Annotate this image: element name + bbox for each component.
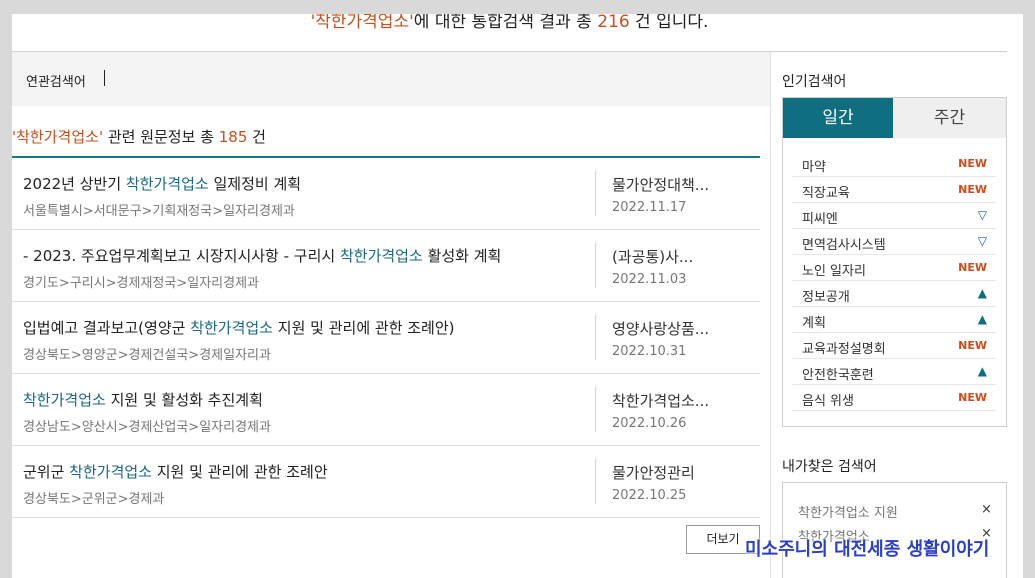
count-text-end: 건 [247, 128, 266, 146]
result-title-link[interactable]: 입법예고 결과보고(영양군 착한가격업소 지원 및 관리에 관한 조례안) [23, 317, 455, 338]
result-date: 2022.10.25 [612, 488, 687, 503]
result-count-heading: '착한가격업소' 관련 원문정보 총 185 건 [12, 126, 266, 147]
column-divider [595, 170, 596, 216]
period-tabs: 일간 주간 [783, 98, 1006, 138]
popular-keyword-label: 직장교육 [802, 186, 850, 201]
popular-keyword-item[interactable]: 교육과정설명회 NEW [792, 333, 996, 359]
popular-keyword-item[interactable]: 음식 위생 NEW [792, 385, 996, 411]
popular-keyword-item[interactable]: 면역검사시스템 ▽ [792, 229, 996, 255]
popular-keyword-label: 마약 [802, 160, 826, 175]
result-date: 2022.10.31 [612, 344, 687, 359]
tab-weekly[interactable]: 주간 [893, 98, 1006, 138]
popular-keyword-label: 정보공개 [802, 290, 850, 305]
popular-keyword-item[interactable]: 계획 ▲ [792, 307, 996, 333]
count-text: 관련 원문정보 총 [103, 128, 219, 146]
result-date: 2022.11.17 [612, 200, 687, 215]
result-title-link[interactable]: 착한가격업소 지원 및 활성화 추진계획 [23, 389, 263, 410]
popular-keyword-item[interactable]: 마약 NEW [792, 151, 996, 177]
result-row: - 2023. 주요업무계획보고 시장지시사항 - 구리시 착한가격업소 활성화… [12, 230, 760, 302]
popular-keyword-label: 계획 [802, 316, 826, 331]
my-searches-title: 내가찾은 검색어 [782, 459, 877, 475]
related-keywords-label: 연관검색어 [26, 75, 86, 90]
summary-text: 에 대한 통합검색 결과 총 [413, 14, 598, 32]
result-row: 2022년 상반기 착한가격업소 일제정비 계획 서울특별시>서대문구>기획재정… [12, 158, 760, 230]
popular-keyword-label: 노인 일자리 [802, 264, 866, 279]
result-path: 경상북도>영양군>경제건설국>경제일자리과 [23, 348, 271, 363]
new-badge: NEW [958, 261, 987, 274]
my-searches-panel: 착한가격업소 지원 × 착한가격업소 × [782, 482, 1007, 578]
result-path: 경기도>구리시>경제재정국>일자리경제과 [23, 276, 259, 291]
column-divider [595, 458, 596, 504]
result-row: 착한가격업소 지원 및 활성화 추진계획 경상남도>양산시>경제산업국>일자리경… [12, 374, 760, 446]
result-title-link[interactable]: - 2023. 주요업무계획보고 시장지시사항 - 구리시 착한가격업소 활성화… [23, 245, 501, 266]
popular-keyword-label: 교육과정설명회 [802, 342, 886, 357]
result-path: 경상북도>군위군>경제과 [23, 492, 165, 507]
popular-keyword-list: 마약 NEW 직장교육 NEW 피씨엔 ▽ 면역검사시스템 ▽ 노인 일자리 NEW 정보공개 ▲ 계획… [792, 151, 996, 411]
column-divider [595, 314, 596, 360]
popular-keyword-item[interactable]: 피씨엔 ▽ [792, 203, 996, 229]
column-divider [595, 386, 596, 432]
rank-down-icon: ▽ [977, 208, 987, 222]
popular-keyword-item[interactable]: 직장교육 NEW [792, 177, 996, 203]
popular-keyword-item[interactable]: 노인 일자리 NEW [792, 255, 996, 281]
summary-text-end: 건 입니다. [629, 14, 709, 32]
summary-total: 216 [597, 14, 630, 32]
popular-keyword-label: 면역검사시스템 [802, 238, 886, 253]
result-date: 2022.11.03 [612, 272, 687, 287]
text-cursor [104, 70, 105, 86]
my-search-item[interactable]: 착한가격업소 지원 [798, 502, 898, 521]
remove-icon[interactable]: × [981, 502, 992, 517]
result-list: 2022년 상반기 착한가격업소 일제정비 계획 서울특별시>서대문구>기획재정… [12, 158, 760, 518]
result-organization: 물가안정대책... [612, 176, 710, 194]
search-results-page: '착한가격업소'에 대한 통합검색 결과 총 216 건 입니다. 연관검색어 … [12, 14, 1023, 578]
result-row: 군위군 착한가격업소 지원 및 관리에 관한 조례안 경상북도>군위군>경제과 … [12, 446, 760, 518]
new-badge: NEW [958, 183, 987, 196]
new-badge: NEW [958, 339, 987, 352]
rank-up-icon: ▲ [977, 364, 987, 378]
watermark: 미소주니의 대전세종 생활이야기 [745, 539, 990, 560]
popular-keyword-label: 안전한국훈련 [802, 368, 874, 383]
popular-keyword-item[interactable]: 정보공개 ▲ [792, 281, 996, 307]
popular-keyword-label: 음식 위생 [802, 394, 854, 409]
popular-keywords-title: 인기검색어 [782, 74, 847, 90]
result-organization: 착한가격업소... [612, 392, 710, 410]
result-organization: 영양사랑상품... [612, 320, 710, 338]
popular-keywords-panel: 일간 주간 마약 NEW 직장교육 NEW 피씨엔 ▽ 면역검사시스템 ▽ 노인 일자리 NEW 정… [782, 97, 1007, 427]
result-title-link[interactable]: 2022년 상반기 착한가격업소 일제정비 계획 [23, 173, 301, 194]
result-organization: (과공통)사... [612, 248, 694, 266]
sidebar: 인기검색어 일간 주간 마약 NEW 직장교육 NEW 피씨엔 ▽ 면역검사시스템 ▽ 노인 일… [770, 52, 1007, 578]
new-badge: NEW [958, 157, 987, 170]
column-divider [595, 242, 596, 288]
result-organization: 물가안정관리 [612, 464, 695, 482]
rank-up-icon: ▲ [977, 312, 987, 326]
rank-up-icon: ▲ [977, 286, 987, 300]
popular-keyword-item[interactable]: 안전한국훈련 ▲ [792, 359, 996, 385]
result-row: 입법예고 결과보고(영양군 착한가격업소 지원 및 관리에 관한 조례안) 경상… [12, 302, 760, 374]
new-badge: NEW [958, 391, 987, 404]
result-path: 경상남도>양산시>경제산업국>일자리경제과 [23, 420, 271, 435]
popular-keyword-label: 피씨엔 [802, 212, 838, 227]
search-summary: '착한가격업소'에 대한 통합검색 결과 총 216 건 입니다. [12, 14, 1007, 52]
result-title-link[interactable]: 군위군 착한가격업소 지원 및 관리에 관한 조례안 [23, 461, 328, 482]
related-keywords-bar: 연관검색어 [12, 52, 770, 106]
result-date: 2022.10.26 [612, 416, 687, 431]
count-keyword: '착한가격업소' [12, 128, 104, 146]
rank-down-icon: ▽ [977, 234, 987, 248]
result-count: 185 [218, 128, 248, 146]
result-path: 서울특별시>서대문구>기획재정국>일자리경제과 [23, 204, 295, 219]
tab-daily[interactable]: 일간 [783, 98, 893, 138]
summary-keyword: '착한가격업소' [310, 14, 414, 32]
